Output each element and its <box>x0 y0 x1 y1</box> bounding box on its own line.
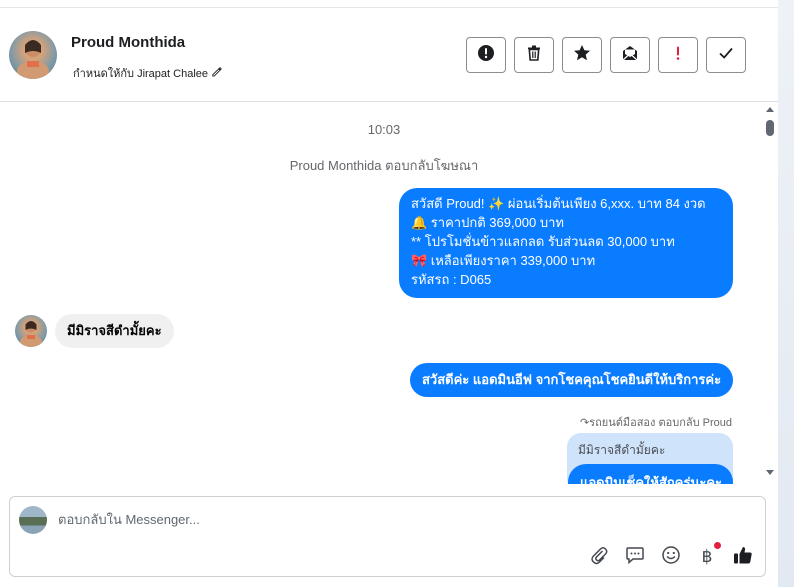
exclamation-icon <box>669 44 687 67</box>
ad-reply-note: Proud Monthida ตอบกลับโฆษณา <box>289 158 479 173</box>
envelope-icon <box>621 44 639 67</box>
ad-message-line: ** โปรโมชั่นข้าวแลกลด รับส่วนลด 30,000 บ… <box>411 234 675 249</box>
message-composer: ฿ <box>9 496 766 577</box>
conversation-header: Proud Monthida กำหนดให้กับ Jirapat Chale… <box>0 8 778 102</box>
scroll-down-arrow-icon[interactable] <box>766 470 774 475</box>
pencil-icon[interactable] <box>211 66 222 80</box>
follow-up-button[interactable] <box>658 37 698 73</box>
outgoing-ad-message[interactable]: สวัสดี Proud! ✨ ผ่อนเริ่มต้นเพียง 6,xxx.… <box>399 188 733 298</box>
delete-button[interactable] <box>514 37 554 73</box>
scroll-thumb[interactable] <box>766 120 774 136</box>
outgoing-reply-message[interactable]: แอดมินเช็คให้สักครู่นะคะ <box>568 464 733 484</box>
spam-button[interactable] <box>466 37 506 73</box>
notification-dot <box>714 542 721 549</box>
paperclip-icon <box>589 545 609 570</box>
message-thread[interactable]: 10:03 Proud Monthida ตอบกลับโฆษณา สวัสดี… <box>0 102 778 484</box>
message-timestamp: 10:03 <box>367 122 401 137</box>
baht-payment-icon: ฿ <box>701 547 713 567</box>
reply-context-label: ↷รถยนต์มือสอง ตอบกลับ Proud <box>579 417 732 429</box>
outgoing-greeting-message[interactable]: สวัสดีค่ะ แอดมินอีฟ จากโชคคุณโชคยินดีให้… <box>410 363 734 397</box>
star-button[interactable] <box>562 37 602 73</box>
ad-message-line: 🎀 เหลือเพียงราคา 339,000 บาท <box>411 253 596 268</box>
page-avatar <box>19 506 47 534</box>
assignment-row[interactable]: กำหนดให้กับ Jirapat Chalee <box>73 64 222 82</box>
trash-icon <box>525 44 543 67</box>
mark-done-button[interactable] <box>706 37 746 73</box>
assigned-to-label: กำหนดให้กับ Jirapat Chalee <box>73 68 209 80</box>
ad-message-line: รหัสรถ : D065 <box>411 272 492 287</box>
contact-avatar-small <box>15 315 47 347</box>
saved-reply-button[interactable] <box>624 546 646 568</box>
inbox-conversation-panel: Proud Monthida กำหนดให้กับ Jirapat Chale… <box>0 0 778 587</box>
star-icon <box>573 44 591 67</box>
check-icon <box>717 44 735 67</box>
incoming-message[interactable]: มีมิราจสีดำมั้ยคะ <box>55 314 174 348</box>
thumbs-up-icon <box>733 545 753 570</box>
mark-unread-button[interactable] <box>610 37 650 73</box>
attach-button[interactable] <box>588 546 610 568</box>
window-edge <box>778 0 794 587</box>
thread-scrollbar[interactable] <box>765 102 776 484</box>
reply-input[interactable] <box>58 512 658 527</box>
like-button[interactable] <box>732 546 754 568</box>
alert-circle-icon <box>477 44 495 67</box>
emoji-button[interactable] <box>660 545 682 570</box>
ad-message-line: สวัสดี Proud! ✨ ผ่อนเริ่มต้นเพียง 6,xxx.… <box>411 196 706 211</box>
saved-reply-icon <box>625 545 645 570</box>
contact-avatar[interactable] <box>9 31 57 79</box>
emoji-icon <box>661 545 681 570</box>
contact-name[interactable]: Proud Monthida <box>71 34 185 51</box>
ad-message-line: 🔔 ราคาปกติ 369,000 บาท <box>411 215 564 230</box>
scroll-up-arrow-icon[interactable] <box>766 107 774 112</box>
payment-button[interactable]: ฿ <box>696 546 718 568</box>
